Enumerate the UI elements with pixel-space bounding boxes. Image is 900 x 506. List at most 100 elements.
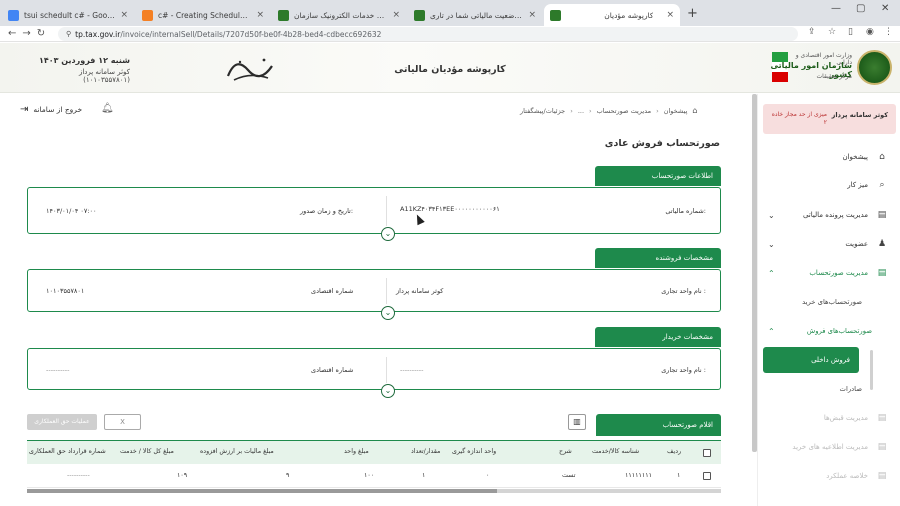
stackoverflow-icon bbox=[142, 9, 153, 21]
browser-tab-stackoverflow[interactable]: c# - Creating Scheduled Tasks - S × bbox=[136, 4, 270, 26]
tax-org-logo bbox=[857, 50, 892, 85]
sidebar-item-desk[interactable]: ⌕ میز کار bbox=[758, 176, 898, 194]
invoice-icon: ▤ bbox=[877, 268, 887, 278]
sidebar-item-sales-invoices[interactable]: صورتحساب‌های فروش ⌃ bbox=[758, 322, 898, 340]
invoice-info-section: اطلاعات صورتحساب شماره مالیاتی: A11KZ۴۰۳… bbox=[27, 166, 721, 241]
seller-section: مشخصات فروشنده نام واحد تجاری : کوثر سام… bbox=[27, 248, 721, 320]
tab-invoice-info: اطلاعات صورتحساب bbox=[595, 166, 721, 186]
sidebar-user-name: کوثر سامانه پرداز bbox=[831, 111, 888, 119]
issue-date-value: ۱۴۰۳/۰۱/۰۴ ۰۷:۰۰ bbox=[46, 207, 97, 215]
clear-button[interactable]: X bbox=[104, 414, 141, 430]
sidebar-item-membership[interactable]: ♟ عضویت ⌄ bbox=[758, 235, 898, 253]
sidebar-item-purchase-notices: ▤ مدیریت اطلاعیه های خرید bbox=[792, 442, 887, 452]
google-icon bbox=[8, 9, 19, 21]
page-title: صورتحساب فروش عادی bbox=[604, 138, 720, 149]
top-bar: ⇥ خروج از سامانه 🔔︎ ⌂ پیشخوان ‹ مدیریت ص… bbox=[0, 94, 750, 126]
sidebar-item-export[interactable]: صادرات bbox=[758, 380, 898, 398]
close-icon[interactable]: × bbox=[120, 10, 128, 20]
bill-icon: ▤ bbox=[877, 413, 887, 423]
home-icon: ⌂ bbox=[692, 106, 698, 115]
user-icon: ♟ bbox=[877, 239, 887, 249]
chevron-down-icon: ⌄ bbox=[768, 239, 775, 249]
sidebar-item-purchase-invoices[interactable]: صورتحساب‌های خرید bbox=[758, 293, 898, 311]
buyer-section: مشخصات خریدار نام واحد تجاری : ---------… bbox=[27, 327, 721, 398]
items-table-header: ردیف شناسه کالا/خدمت شرح واحد اندازه گیر… bbox=[27, 440, 721, 464]
table-horizontal-scrollbar[interactable] bbox=[27, 489, 721, 493]
table-row[interactable]: ۱ ۱۱۱۱۱۱۱۱ تست ۰ ۱ ۱۰۰ ۹ ۱۰۹ ---------- bbox=[27, 464, 721, 488]
select-all-checkbox[interactable] bbox=[703, 449, 711, 457]
logout-icon: ⇥ bbox=[20, 104, 29, 115]
expand-seller-button[interactable]: ⌄ bbox=[381, 306, 395, 320]
browser-tab-summary[interactable]: خلاصه وضعیت مالیاتی شما در تاری × bbox=[408, 4, 542, 26]
close-icon[interactable]: × bbox=[256, 10, 264, 20]
sidebar-item-dashboard[interactable]: ⌂ پیشخوان bbox=[758, 148, 898, 166]
reload-icon[interactable]: ↻ bbox=[37, 28, 45, 39]
production-year-logo bbox=[226, 58, 273, 81]
tab-buyer: مشخصات خریدار bbox=[595, 327, 721, 347]
chevron-up-icon: ⌃ bbox=[768, 326, 775, 336]
window-close-icon[interactable]: ✕ bbox=[881, 3, 889, 14]
address-bar-row: ← → ↻ ⚲ tp.tax.gov.ir/invoice/internalSe… bbox=[0, 26, 900, 42]
breadcrumb-home[interactable]: پیشخوان bbox=[664, 107, 688, 115]
site-title: کارپوشه مؤدیان مالیاتی bbox=[394, 64, 506, 75]
header-date: شنبه ۱۲ فروردین ۱۴۰۳ bbox=[38, 56, 130, 65]
chevron-down-icon: ⌄ bbox=[768, 210, 775, 220]
header-user: کوثر سامانه پرداز (۱۰۱۰۳۵۵۷۸۰۱) bbox=[78, 68, 130, 84]
tax-org-icon bbox=[550, 9, 561, 21]
breadcrumb-ellipsis[interactable]: ... bbox=[578, 107, 584, 115]
browser-tab-gateway[interactable]: درگاه ملی خدمات الکترونیک سازمان × bbox=[272, 4, 406, 26]
seller-economic-number: ۱۰۱۰۳۵۵۷۸۰۱ bbox=[46, 287, 85, 295]
tax-org-icon bbox=[414, 9, 425, 21]
site-info-icon[interactable]: ⚲ bbox=[66, 30, 71, 38]
maximize-icon[interactable]: ▢ bbox=[856, 3, 865, 14]
page-scrollbar[interactable] bbox=[752, 94, 757, 452]
menu-icon[interactable]: ⋮ bbox=[884, 27, 893, 37]
browser-tab-google[interactable]: tsui schedult c# - Google Search × bbox=[2, 4, 134, 26]
tab-seller: مشخصات فروشنده bbox=[595, 248, 721, 268]
share-icon[interactable]: ⇪ bbox=[808, 27, 816, 37]
browser-tab-active[interactable]: کارپوشه مؤدیان × bbox=[544, 4, 680, 26]
expand-buyer-button[interactable]: ⌄ bbox=[381, 384, 395, 398]
sidebar-item-performance: ▤ خلاصه عملکرد bbox=[826, 471, 887, 481]
url-field[interactable]: ⚲ tp.tax.gov.ir/invoice/internalSell/Det… bbox=[58, 27, 798, 41]
tab-invoice-items: اقلام صورتحساب bbox=[596, 414, 721, 436]
expand-invoice-info-button[interactable]: ⌄ bbox=[381, 227, 395, 241]
site-header: شنبه ۱۲ فروردین ۱۴۰۳ کوثر سامانه پرداز (… bbox=[0, 43, 900, 93]
sidebar: کوثر سامانه پرداز میزی از حد مجاز خاده ۲… bbox=[757, 94, 900, 506]
row-checkbox[interactable] bbox=[703, 472, 711, 480]
tax-number-value: A11KZ۴۰۳۴F۱۳EE۰۰۰۰۰۰۰۰۰۰۰۶۱ bbox=[400, 205, 500, 213]
minimize-icon[interactable]: — bbox=[831, 3, 841, 14]
breadcrumb: ⌂ پیشخوان ‹ مدیریت صورتحساب ‹ ... ‹ جزئی… bbox=[520, 106, 698, 115]
forward-icon[interactable]: → bbox=[22, 28, 30, 39]
star-icon[interactable]: ☆ bbox=[828, 27, 836, 37]
close-icon[interactable]: × bbox=[528, 10, 536, 20]
folder-icon: ▤ bbox=[877, 210, 887, 220]
buyer-trade-name: ---------- bbox=[400, 366, 424, 374]
columns-icon[interactable]: ▥ bbox=[568, 414, 586, 430]
chevron-up-icon: ⌃ bbox=[768, 268, 775, 278]
chart-icon: ▤ bbox=[877, 471, 887, 481]
breadcrumb-invoice[interactable]: مدیریت صورتحساب bbox=[597, 107, 651, 115]
profile-icon[interactable]: ◉ bbox=[866, 27, 874, 37]
bell-icon[interactable]: 🔔︎ bbox=[101, 103, 114, 114]
sidebar-item-tax-file[interactable]: ▤ مدیریت پرونده مالیاتی ⌄ bbox=[758, 206, 898, 224]
sidebar-item-domestic-sales[interactable]: فروش داخلی bbox=[763, 347, 859, 373]
browser-tab-bar: tsui schedult c# - Google Search × c# - … bbox=[0, 0, 900, 26]
notice-icon: ▤ bbox=[877, 442, 887, 452]
split-view-icon[interactable]: ▯ bbox=[848, 27, 853, 37]
status-badge: میزی از حد مجاز خاده ۲ bbox=[771, 111, 827, 126]
new-tab-button[interactable]: + bbox=[687, 6, 698, 21]
buyer-economic-number: ---------- bbox=[46, 366, 70, 374]
commission-operation-button[interactable]: عملیات حق العملکاری bbox=[27, 414, 97, 430]
close-icon[interactable]: × bbox=[392, 10, 400, 20]
back-icon[interactable]: ← bbox=[8, 28, 16, 39]
close-icon[interactable]: × bbox=[666, 10, 674, 20]
breadcrumb-current: جزئیات/پیشگفتار bbox=[520, 106, 566, 115]
desk-icon: ⌕ bbox=[879, 180, 885, 190]
tax-org-icon bbox=[278, 9, 289, 21]
seller-trade-name: کوثر سامانه پرداز bbox=[396, 287, 444, 295]
logout-button[interactable]: ⇥ خروج از سامانه bbox=[20, 104, 82, 115]
sidebar-item-invoice-management[interactable]: ▤ مدیریت صورتحساب ⌃ bbox=[758, 264, 898, 282]
sidebar-user-card: کوثر سامانه پرداز میزی از حد مجاز خاده ۲ bbox=[763, 104, 896, 134]
sidebar-item-bills: ▤ مدیریت قبض‌ها bbox=[823, 413, 887, 423]
